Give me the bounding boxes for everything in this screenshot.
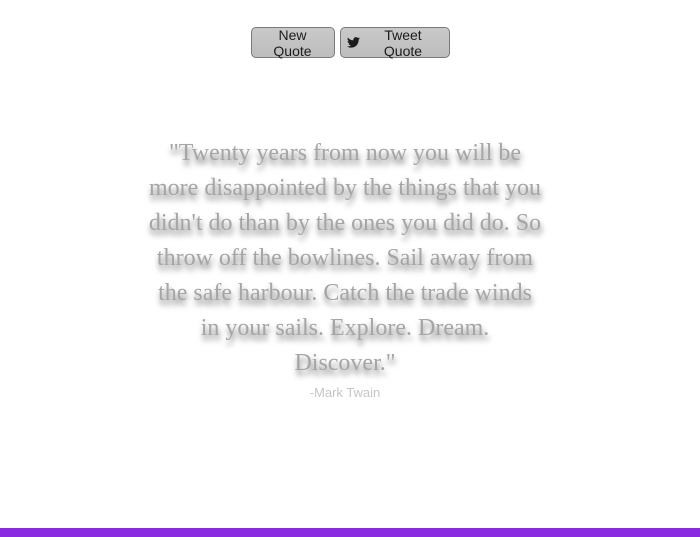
new-quote-label: New Quote (273, 26, 312, 59)
new-quote-button[interactable]: New Quote (250, 26, 335, 59)
tweet-quote-label: Tweet Quote (383, 26, 423, 59)
toolbar: New Quote Tweet Quote (0, 26, 700, 59)
twitter-icon (346, 37, 360, 48)
quote-author: -Mark Twain (309, 385, 381, 400)
quote-text: "Twenty years from now you will be more … (148, 140, 542, 376)
tweet-quote-button[interactable]: Tweet Quote (339, 26, 450, 59)
quote-container: "Twenty years from now you will be more … (148, 136, 542, 400)
bottom-accent-bar (0, 528, 700, 537)
